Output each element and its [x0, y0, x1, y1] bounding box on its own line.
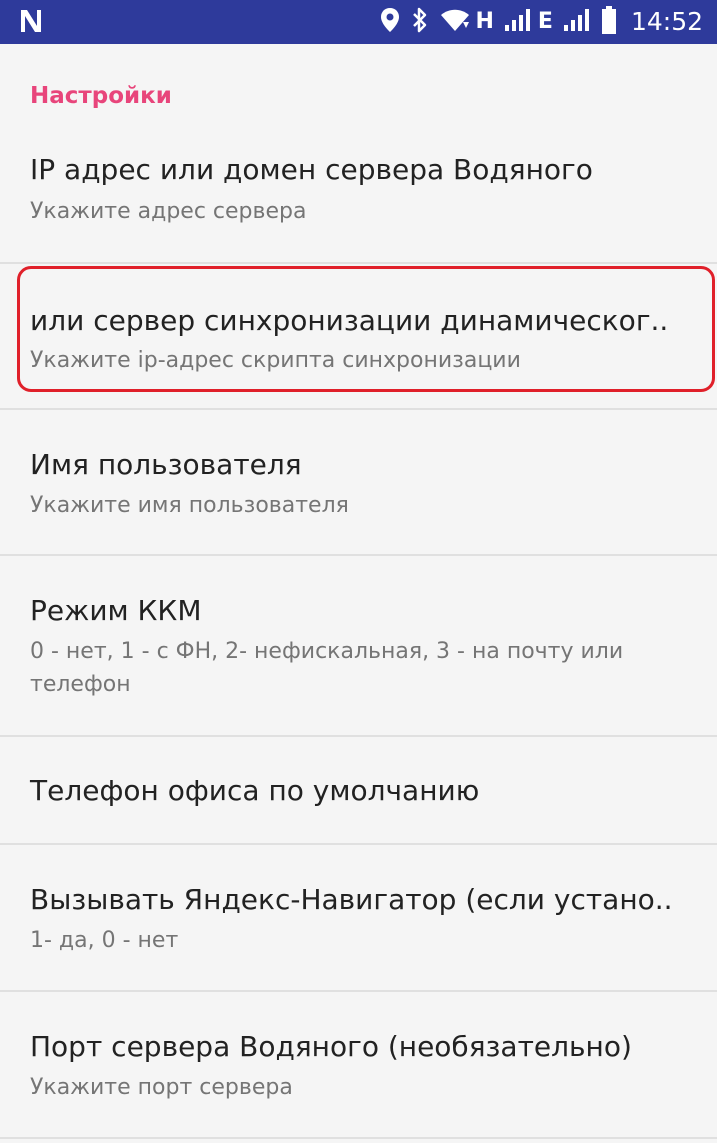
pref-summary: Укажите порт сервера — [30, 1075, 293, 1100]
pref-title: Режим ККМ — [30, 594, 202, 627]
signal-icon — [563, 8, 591, 36]
signal-icon — [504, 8, 532, 36]
n-logo-icon — [18, 6, 44, 36]
wifi-icon — [440, 8, 470, 36]
pref-server-address[interactable]: IP адрес или домен сервера Водяного Укаж… — [0, 140, 717, 264]
pref-server-port[interactable]: Порт сервера Водяного (необязательно) Ук… — [0, 992, 717, 1136]
location-icon — [380, 7, 400, 37]
pref-title: Порт сервера Водяного (необязательно) — [30, 1030, 632, 1063]
pref-title: или сервер синхронизации динамическог.. — [30, 304, 669, 337]
divider — [0, 1137, 717, 1139]
pref-office-phone[interactable]: Телефон офиса по умолчанию — [0, 737, 717, 843]
bluetooth-icon — [410, 6, 430, 38]
pref-summary: Укажите адрес сервера — [30, 199, 307, 224]
status-bar: H E 14:52 — [0, 0, 717, 44]
battery-icon — [601, 6, 617, 38]
pref-summary: Укажите ip-адрес скрипта синхронизации — [30, 348, 521, 373]
pref-username[interactable]: Имя пользователя Укажите имя пользовател… — [0, 410, 717, 554]
section-title: Настройки — [30, 83, 172, 109]
pref-summary: Укажите имя пользователя — [30, 493, 349, 518]
pref-kkm-mode[interactable]: Режим ККМ 0 - нет, 1 - с ФН, 2- нефискал… — [0, 556, 717, 734]
pref-summary: 1- да, 0 - нет — [30, 928, 179, 953]
pref-summary: 0 - нет, 1 - с ФН, 2- нефискальная, 3 - … — [30, 639, 624, 697]
pref-sync-server[interactable]: или сервер синхронизации динамическог.. … — [0, 264, 717, 408]
pref-title: Имя пользователя — [30, 448, 302, 481]
status-icons: H E 14:52 — [370, 0, 703, 44]
clock: 14:52 — [630, 7, 703, 36]
network-type-label: H — [475, 9, 494, 34]
pref-title: Вызывать Яндекс-Навигатор (если устано.. — [30, 883, 673, 916]
pref-title: IP адрес или домен сервера Водяного — [30, 153, 593, 186]
pref-yandex-navigator[interactable]: Вызывать Яндекс-Навигатор (если устано..… — [0, 845, 717, 989]
network-type-label: E — [537, 9, 553, 34]
pref-title: Телефон офиса по умолчанию — [30, 774, 480, 807]
settings-screen: Настройки IP адрес или домен сервера Вод… — [0, 44, 717, 1143]
